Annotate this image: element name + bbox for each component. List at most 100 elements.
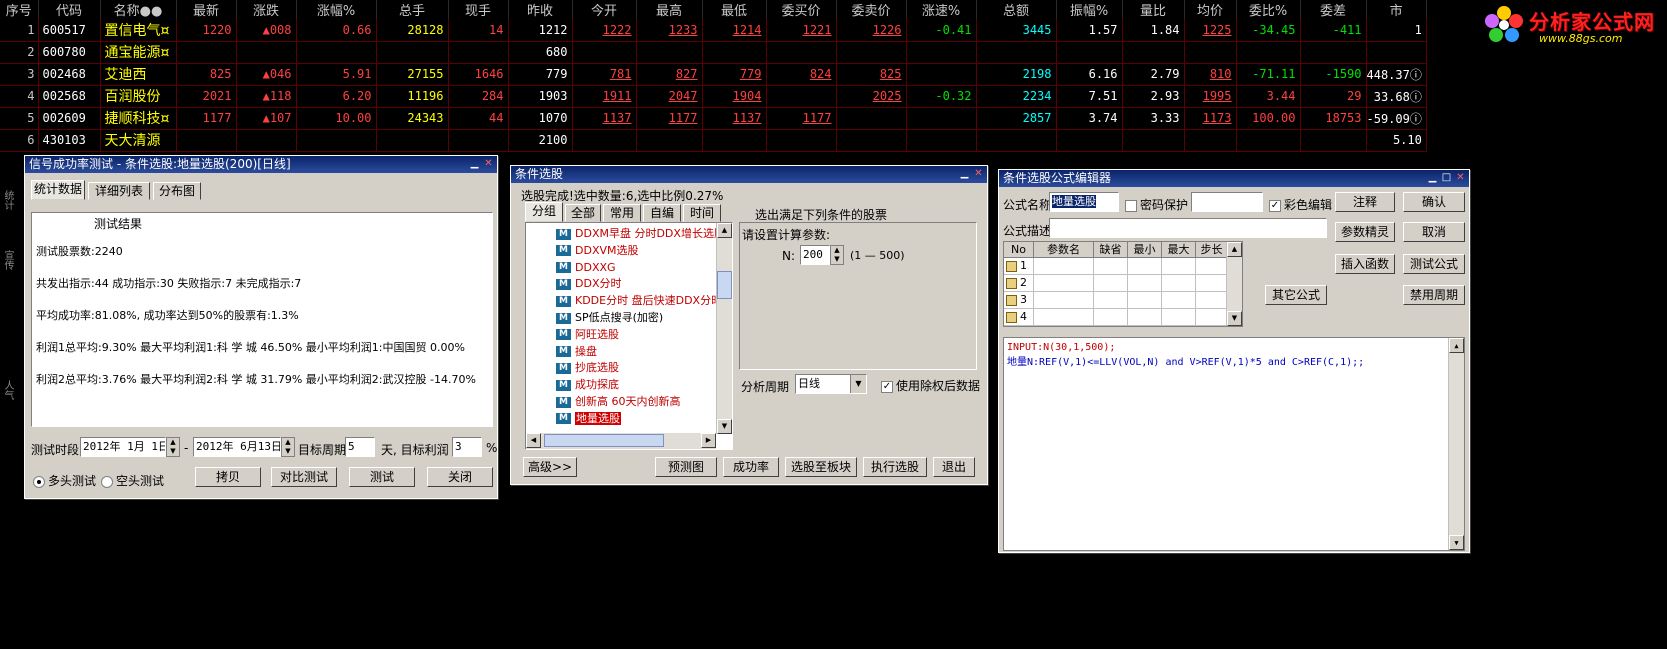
hscroll-thumb[interactable]	[544, 434, 664, 447]
formula-tree-item[interactable]: M 成功探底	[556, 376, 619, 393]
tree-hscrollbar[interactable]: ◀ ▶	[526, 433, 716, 449]
disable-period-button[interactable]: 禁用周期	[1403, 285, 1465, 305]
column-header[interactable]: 均价	[1184, 0, 1237, 19]
exit-button[interactable]: 退出	[933, 457, 975, 477]
formula-name-field[interactable]: 地量选股	[1049, 192, 1119, 212]
quote-row[interactable]: 5 002609 捷顺科技¤ 1177 ▲107 10.00 24343 44 1070 1137…	[0, 107, 1427, 130]
formula-desc-field[interactable]	[1049, 218, 1327, 238]
column-header[interactable]: 现手	[448, 0, 509, 19]
formula-code-editor[interactable]: INPUT:N(30,1,500); 地量N:REF(V,1)<=LLV(VOL…	[1003, 337, 1465, 551]
column-header[interactable]: 涨速%	[906, 0, 977, 19]
tab-group[interactable]: 分组	[525, 202, 563, 222]
param-cell[interactable]	[1034, 309, 1094, 326]
formula-tree-item[interactable]: M DDXVM选股	[556, 242, 639, 259]
scroll-up-icon[interactable]: ▲	[717, 223, 732, 238]
checkbox-checked-icon[interactable]: ✓	[881, 380, 893, 393]
confirm-button[interactable]: 确认	[1403, 192, 1465, 212]
column-header[interactable]: 涨跌	[236, 0, 297, 19]
param-cell[interactable]	[1128, 258, 1162, 275]
formula-tree-item[interactable]: M 阿旺选股	[556, 326, 619, 343]
param-cell[interactable]	[1162, 292, 1196, 309]
target-period-field[interactable]: 5	[345, 437, 375, 457]
param-cell[interactable]	[1196, 275, 1228, 292]
insert-function-button[interactable]: 插入函数	[1335, 254, 1395, 274]
param-cell[interactable]	[1162, 258, 1196, 275]
quote-row[interactable]: 1 600517 置信电气¤ 1220 ▲008 0.66 28128 14 1212 1222 1…	[0, 19, 1427, 42]
param-cell[interactable]	[1094, 292, 1128, 309]
formula-tree-item[interactable]: M 创新高 60天内创新高	[556, 393, 681, 410]
comment-button[interactable]: 注释	[1335, 192, 1395, 212]
formula-tree-item[interactable]: M KDDE分时 盘后快速DDX分时	[556, 292, 722, 309]
cancel-button[interactable]: 取消	[1403, 222, 1465, 242]
formula-tree-item[interactable]: M 地量选股	[556, 410, 621, 427]
column-header[interactable]: 总手	[376, 0, 449, 19]
param-cell[interactable]	[1034, 292, 1094, 309]
code-vscrollbar[interactable]: ▲ ▼	[1448, 338, 1464, 550]
password-field[interactable]	[1191, 192, 1263, 212]
checkbox-empty-icon[interactable]	[1125, 199, 1137, 212]
radio-long-test[interactable]: 多头测试	[33, 472, 96, 489]
color-edit-checkbox[interactable]: ✓ 彩色编辑	[1269, 196, 1332, 213]
column-header[interactable]: 委比%	[1236, 0, 1301, 19]
scroll-right-icon[interactable]: ▶	[701, 433, 716, 448]
param-cell[interactable]	[1034, 275, 1094, 292]
tab-time[interactable]: 时间	[683, 204, 721, 222]
param-cell[interactable]	[1196, 258, 1228, 275]
tab-distribution[interactable]: 分布图	[153, 182, 201, 200]
param-cell[interactable]	[1128, 275, 1162, 292]
formula-tree-item[interactable]: M SP低点搜寻(加密)	[556, 309, 663, 326]
param-cell[interactable]	[1128, 309, 1162, 326]
use-adjusted-checkbox[interactable]: ✓ 使用除权后数据	[881, 377, 980, 394]
column-header[interactable]: 今开	[572, 0, 637, 19]
column-header[interactable]: 量比	[1122, 0, 1185, 19]
copy-button[interactable]: 拷贝	[195, 467, 261, 487]
radio-dot-icon[interactable]	[33, 475, 45, 488]
date-to-spinner[interactable]: ▲ ▼	[281, 437, 295, 457]
tab-all[interactable]: 全部	[565, 204, 601, 222]
param-n-spinner[interactable]: ▲ ▼	[830, 245, 844, 265]
scroll-left-icon[interactable]: ◀	[526, 433, 541, 448]
tab-stats[interactable]: 统计数据	[31, 180, 85, 200]
column-header[interactable]: 昨收	[508, 0, 573, 19]
advanced-button[interactable]: 高级>>	[523, 457, 577, 477]
column-header[interactable]: 委卖价	[836, 0, 907, 19]
preview-chart-button[interactable]: 预测图	[655, 457, 717, 477]
column-header[interactable]: 总额	[976, 0, 1057, 19]
column-header[interactable]: 振幅%	[1056, 0, 1123, 19]
param-cell[interactable]	[1094, 309, 1128, 326]
column-header[interactable]: 最低	[702, 0, 767, 19]
formula-tree-item[interactable]: M DDXXG	[556, 259, 616, 276]
param-cell[interactable]	[1162, 275, 1196, 292]
scroll-down-icon[interactable]: ▼	[1449, 535, 1464, 550]
param-cell[interactable]	[1196, 292, 1228, 309]
scroll-up-icon[interactable]: ▲	[1227, 242, 1242, 257]
param-row[interactable]: 4	[1004, 309, 1228, 326]
quote-row[interactable]: 6 430103 天大清源 2100 5.10	[0, 129, 1427, 152]
scroll-down-icon[interactable]: ▼	[1227, 311, 1242, 326]
tab-detail-list[interactable]: 详细列表	[88, 182, 150, 200]
column-header[interactable]: 委差	[1300, 0, 1367, 19]
param-cell[interactable]	[1094, 258, 1128, 275]
test-formula-button[interactable]: 测试公式	[1403, 254, 1465, 274]
tab-custom[interactable]: 自编	[643, 204, 681, 222]
signal-test-titlebar[interactable]: 信号成功率测试 - 条件选股:地量选股(200)[日线] ▁ ✕	[25, 156, 497, 173]
param-cell[interactable]	[1128, 292, 1162, 309]
close-icon[interactable]: ✕	[482, 158, 495, 170]
target-profit-field[interactable]: 3	[452, 437, 482, 457]
column-header[interactable]: 名称●●	[100, 0, 177, 19]
maximize-icon[interactable]: □	[1440, 172, 1453, 184]
param-cell[interactable]	[1196, 309, 1228, 326]
date-from-spinner[interactable]: ▲ ▼	[166, 437, 180, 457]
minimize-icon[interactable]: ▁	[1426, 172, 1439, 184]
column-header[interactable]: 序号	[0, 0, 39, 19]
close-icon[interactable]: ✕	[1454, 172, 1467, 184]
quote-row[interactable]: 4 002568 百润股份 2021 ▲118 6.20 11196 284 1903 1911 2…	[0, 85, 1427, 108]
quote-row[interactable]: 2 600780 通宝能源¤ 680	[0, 41, 1427, 64]
side-tab-3[interactable]: 人气	[0, 380, 15, 400]
checkbox-checked-icon[interactable]: ✓	[1269, 199, 1281, 212]
radio-dot-icon[interactable]	[101, 475, 113, 488]
radio-short-test[interactable]: 空头测试	[101, 472, 164, 489]
minimize-icon[interactable]: ▁	[958, 168, 971, 180]
param-cell[interactable]	[1034, 258, 1094, 275]
formula-editor-titlebar[interactable]: 条件选股公式编辑器 ▁ □ ✕	[999, 170, 1469, 187]
